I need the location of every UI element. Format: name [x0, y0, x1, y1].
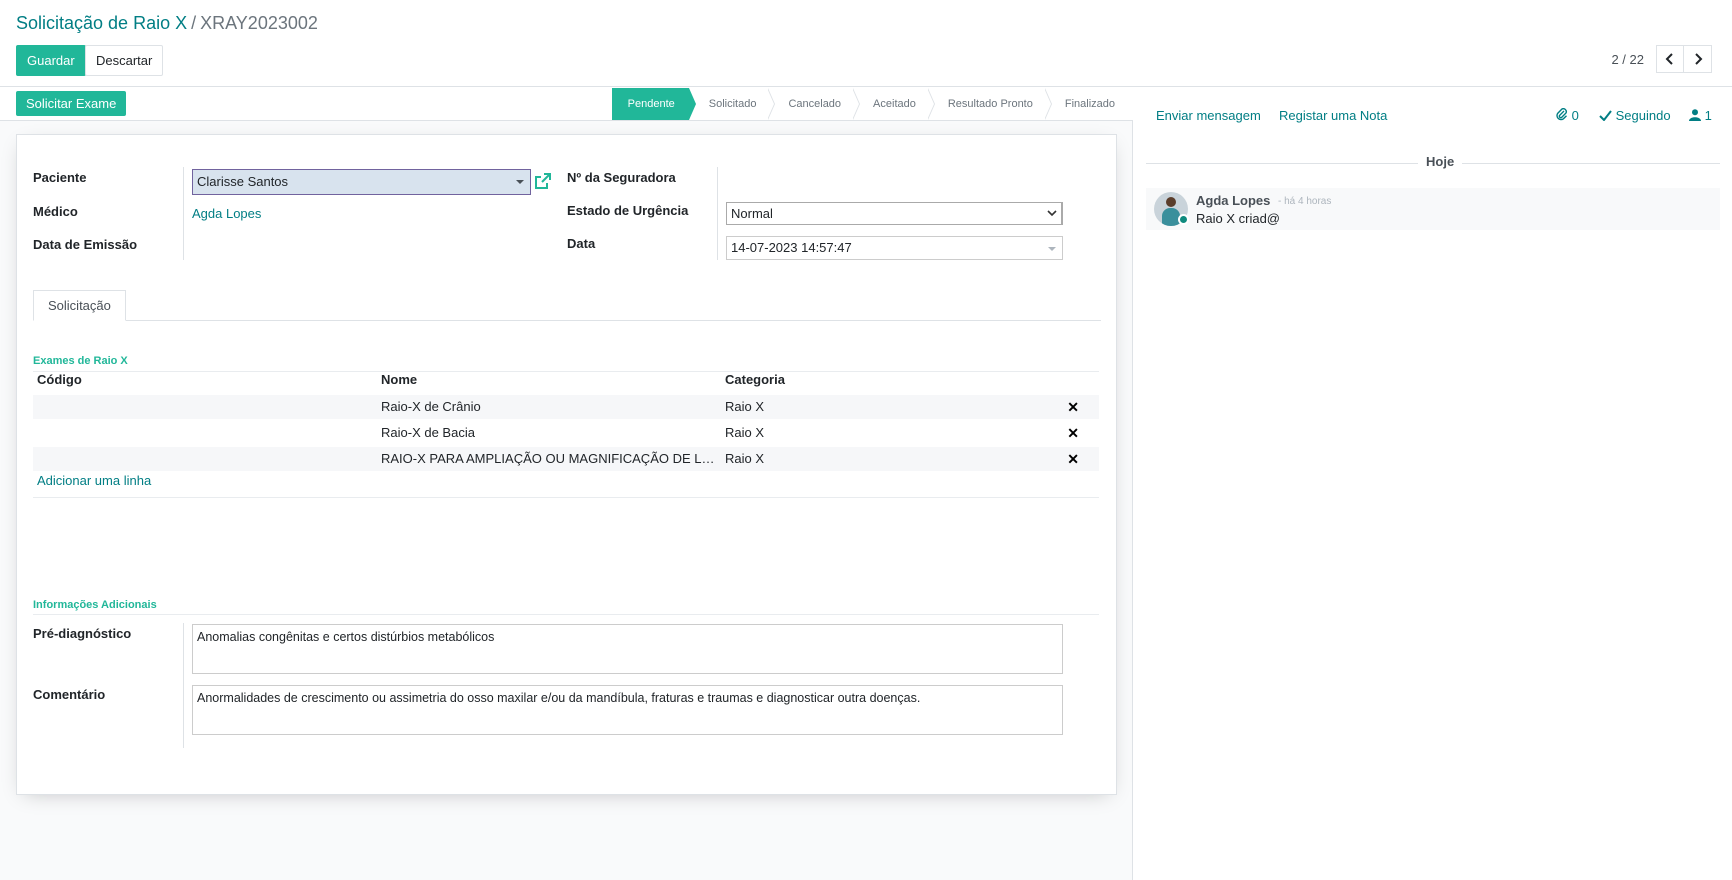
row-category: Raio X — [725, 425, 765, 440]
table-row[interactable]: Raio-X de Bacia Raio X ✕ — [33, 421, 1099, 445]
doctor-label: Médico — [33, 204, 78, 219]
check-icon — [1599, 110, 1612, 122]
user-icon — [1689, 109, 1701, 121]
chevron-right-icon — [1694, 53, 1702, 65]
row-name: Raio-X de Crânio — [381, 399, 481, 414]
column-header-category[interactable]: Categoria — [725, 372, 785, 387]
row-name: RAIO-X PARA AMPLIAÇÃO OU MAGNIFICAÇÃO DE… — [381, 451, 716, 466]
table-row[interactable]: RAIO-X PARA AMPLIAÇÃO OU MAGNIFICAÇÃO DE… — [33, 447, 1099, 471]
attachments-button[interactable]: 0 — [1556, 108, 1579, 123]
close-icon[interactable]: ✕ — [1067, 447, 1079, 471]
column-header-code[interactable]: Código — [37, 372, 82, 387]
stage-resultado-pronto[interactable]: Resultado Pronto — [928, 88, 1052, 120]
statusbar: Solicitar Exame Pendente Solicitado Canc… — [0, 88, 1133, 121]
urgency-select[interactable]: Normal — [726, 202, 1063, 225]
row-category: Raio X — [725, 399, 765, 414]
prediagnosis-textarea[interactable]: Anomalias congênitas e certos distúrbios… — [192, 624, 1063, 674]
urgency-value: Normal — [731, 206, 773, 221]
date-field[interactable]: 14-07-2023 14:57:47 — [726, 236, 1063, 260]
pager-next-button[interactable] — [1684, 45, 1712, 73]
comment-textarea[interactable]: Anormalidades de crescimento ou assimetr… — [192, 685, 1063, 735]
prediagnosis-label: Pré-diagnóstico — [33, 626, 132, 641]
chatter-message[interactable]: Agda Lopes - há 4 horas Raio X criad@ — [1146, 188, 1720, 230]
row-category: Raio X — [725, 451, 765, 466]
close-icon[interactable]: ✕ — [1067, 395, 1079, 419]
list-footer-divider — [33, 497, 1099, 498]
chatter-topbar: Enviar mensagem Registar uma Nota 0 Segu… — [1134, 88, 1732, 143]
followers-button[interactable]: 1 — [1689, 108, 1712, 123]
request-exam-button[interactable]: Solicitar Exame — [16, 91, 127, 116]
message-date: - há 4 horas — [1278, 196, 1332, 207]
date-label: Data — [567, 236, 596, 251]
date-value: 14-07-2023 14:57:47 — [731, 240, 852, 255]
chatter: Enviar mensagem Registar uma Nota 0 Segu… — [1134, 88, 1732, 880]
label-divider-right — [717, 167, 718, 260]
breadcrumb: Solicitação de Raio X / XRAY2023002 — [16, 12, 318, 34]
form-sheet: Paciente Médico Data de Emissão Clarisse… — [16, 134, 1117, 795]
stage-cancelado[interactable]: Cancelado — [768, 88, 860, 120]
save-button[interactable]: Guardar — [16, 45, 86, 76]
column-header-name[interactable]: Nome — [381, 372, 417, 387]
message-author[interactable]: Agda Lopes — [1196, 193, 1270, 208]
stage-aceitado[interactable]: Aceitado — [853, 88, 935, 120]
add-line-link[interactable]: Adicionar uma linha — [37, 473, 151, 488]
comment-label: Comentário — [33, 687, 106, 702]
pager-previous-button[interactable] — [1656, 45, 1684, 73]
form-area: Solicitar Exame Pendente Solicitado Canc… — [0, 88, 1133, 880]
chevron-left-icon — [1665, 53, 1673, 65]
patient-field[interactable]: Clarisse Santos — [192, 169, 531, 195]
issue-date-label: Data de Emissão — [33, 237, 138, 252]
patient-value: Clarisse Santos — [197, 174, 289, 189]
close-icon[interactable]: ✕ — [1067, 421, 1079, 445]
day-separator: Hoje — [1418, 154, 1463, 169]
message-body: Raio X criad@ — [1196, 211, 1281, 226]
following-label: Seguindo — [1615, 108, 1671, 123]
breadcrumb-parent-link[interactable]: Solicitação de Raio X — [16, 13, 187, 33]
attachments-count: 0 — [1571, 108, 1579, 123]
paperclip-icon — [1556, 108, 1567, 121]
stage-pipeline: Pendente Solicitado Cancelado Aceitado R… — [611, 88, 1127, 120]
discard-button[interactable]: Descartar — [85, 45, 164, 76]
exams-table-header: Código Nome Categoria — [33, 370, 1099, 392]
label-divider — [183, 167, 184, 260]
external-link-icon[interactable] — [534, 172, 552, 193]
followers-count: 1 — [1704, 108, 1712, 123]
follow-button[interactable]: Seguindo — [1599, 108, 1671, 123]
label-divider-additional — [183, 623, 184, 748]
tab-solicitacao[interactable]: Solicitação — [33, 290, 126, 321]
additional-section-divider — [33, 614, 1099, 615]
stage-finalizado[interactable]: Finalizado — [1045, 88, 1127, 120]
patient-label: Paciente — [33, 170, 87, 185]
doctor-link[interactable]: Agda Lopes — [192, 206, 261, 221]
pager-value[interactable]: 2 / 22 — [1611, 52, 1644, 67]
pager: 2 / 22 — [1611, 45, 1712, 73]
insurer-label: Nº da Seguradora — [567, 170, 676, 185]
tab-divider — [33, 320, 1101, 321]
log-note-button[interactable]: Registar uma Nota — [1279, 108, 1387, 123]
caret-down-icon — [516, 180, 524, 184]
chevron-down-icon — [1047, 204, 1057, 232]
table-row[interactable]: Raio-X de Crânio Raio X ✕ — [33, 395, 1099, 419]
exams-section-title: Exames de Raio X — [33, 355, 128, 367]
breadcrumb-separator: / — [191, 13, 197, 33]
control-panel: Solicitação de Raio X / XRAY2023002 Guarda… — [0, 0, 1732, 87]
caret-down-icon — [1048, 247, 1056, 251]
stage-pendente[interactable]: Pendente — [611, 88, 696, 120]
row-name: Raio-X de Bacia — [381, 425, 475, 440]
urgency-label: Estado de Urgência — [567, 203, 689, 218]
additional-section-title: Informações Adicionais — [33, 599, 157, 611]
online-status-icon — [1178, 214, 1189, 225]
stage-solicitado[interactable]: Solicitado — [689, 88, 776, 120]
breadcrumb-current: XRAY2023002 — [200, 13, 318, 33]
send-message-button[interactable]: Enviar mensagem — [1156, 108, 1261, 123]
